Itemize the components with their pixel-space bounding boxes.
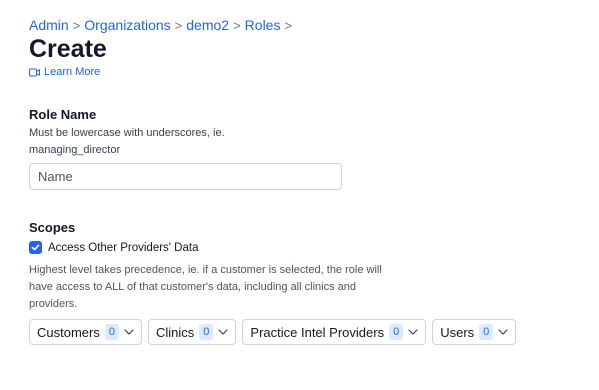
breadcrumb-separator: > [72,17,81,33]
role-name-help: Must be lowercase with underscores, ie. … [29,127,225,156]
breadcrumb-item-admin[interactable]: Admin [29,17,69,33]
practice-intel-providers-dropdown[interactable]: Practice Intel Providers 0 [242,319,427,345]
page: Admin > Organizations > demo2 > Roles > … [0,0,599,390]
count-badge: 0 [389,324,404,340]
role-name-input[interactable] [29,163,342,190]
customers-dropdown[interactable]: Customers 0 [29,319,142,345]
chevron-down-icon [498,329,508,335]
chevron-down-icon [218,329,229,335]
scopes-heading: Scopes [29,220,76,235]
clinics-dropdown[interactable]: Clinics 0 [147,319,237,345]
dropdown-label: Customers [37,324,100,340]
scope-filters: Customers 0 Clinics 0 Practice Intel Pro… [29,319,517,345]
access-other-providers-checkbox[interactable] [29,241,42,254]
role-name-heading: Role Name [29,107,97,122]
access-other-providers-row: Access Other Providers' Data [29,241,198,254]
breadcrumb-separator: > [174,17,183,33]
breadcrumb: Admin > Organizations > demo2 > Roles > [29,17,296,33]
access-other-providers-label[interactable]: Access Other Providers' Data [48,242,198,254]
learn-more-link[interactable]: Learn More [29,66,100,78]
count-badge: 0 [479,324,494,340]
check-icon [31,244,40,251]
chevron-down-icon [408,329,418,335]
breadcrumb-item-organizations[interactable]: Organizations [84,17,170,33]
learn-more-label: Learn More [44,66,101,78]
breadcrumb-item-roles[interactable]: Roles [245,17,281,33]
dropdown-label: Practice Intel Providers [250,324,385,340]
breadcrumb-separator: > [233,17,241,33]
count-badge: 0 [104,324,119,340]
breadcrumb-separator: > [284,17,293,33]
video-icon [29,68,40,76]
dropdown-label: Users [440,324,475,340]
page-title: Create [29,35,107,63]
dropdown-label: Clinics [155,324,195,340]
chevron-down-icon [124,329,134,335]
users-dropdown[interactable]: Users 0 [432,319,517,345]
scopes-help: Highest level takes precedence, ie. if a… [29,264,382,310]
breadcrumb-item-demo2[interactable]: demo2 [186,17,229,33]
count-badge: 0 [199,324,214,340]
